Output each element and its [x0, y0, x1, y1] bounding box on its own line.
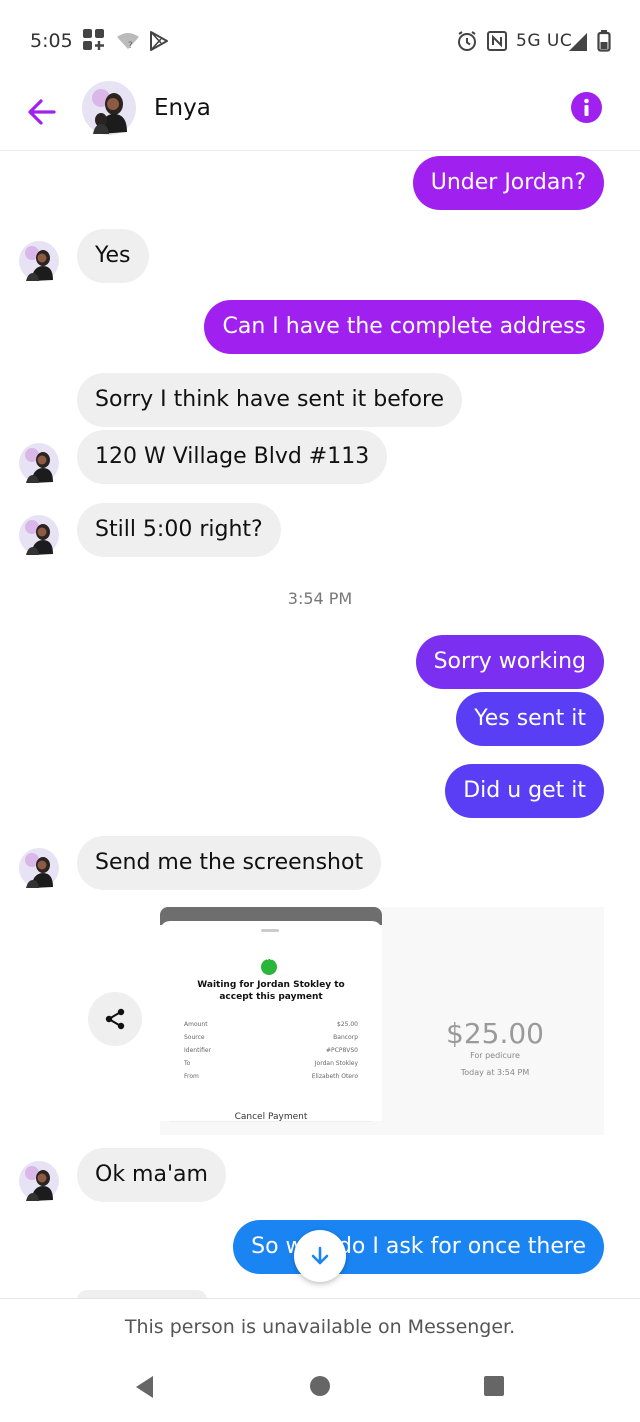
payment-memo: For pedicure — [470, 1051, 520, 1060]
info-icon[interactable] — [571, 92, 602, 123]
apps-icon — [83, 29, 104, 50]
message-bubble-incoming[interactable]: Yes — [77, 229, 149, 283]
share-button[interactable] — [88, 992, 142, 1046]
pending-icon — [261, 955, 277, 975]
status-bar: 5:05 ? 5G UC — [0, 0, 640, 80]
payment-row-label: Amount — [184, 1021, 208, 1028]
message-bubble-outgoing[interactable]: Did u get it — [445, 764, 604, 818]
payment-row-value: $25.00 — [337, 1021, 358, 1028]
payment-status-title: Waiting for Jordan Stokley to accept thi… — [197, 980, 345, 1002]
svg-text:?: ? — [128, 41, 133, 50]
message-bubble-incoming[interactable]: 120 W Village Blvd #113 — [77, 430, 388, 484]
message-bubble-outgoing[interactable]: So who do I ask for once there — [233, 1220, 604, 1274]
message-bubble-outgoing[interactable]: Can I have the complete address — [204, 300, 604, 354]
avatar[interactable] — [18, 1160, 60, 1202]
arrow-down-icon — [311, 1246, 329, 1265]
contact-name[interactable]: Enya — [154, 95, 211, 121]
payment-row-label: To — [184, 1060, 191, 1067]
unavailable-notice: This person is unavailable on Messenger. — [124, 1316, 516, 1338]
scroll-to-bottom-button[interactable] — [294, 1230, 346, 1282]
network-label: 5G UC — [516, 31, 573, 51]
sheet-handle — [261, 929, 279, 932]
message-bubble-incoming[interactable]: Still 5:00 right? — [77, 503, 281, 557]
play-store-icon — [150, 31, 168, 51]
back-arrow-icon[interactable] — [22, 92, 62, 132]
avatar[interactable] — [18, 514, 60, 556]
message-bubble-incoming[interactable]: Ok ma'am — [77, 1148, 226, 1202]
nfc-icon — [487, 31, 507, 51]
conversation-header: Enya — [0, 78, 640, 151]
message-bubble-outgoing[interactable]: Sorry working — [415, 635, 604, 689]
avatar[interactable] — [18, 240, 60, 282]
message-bubble-outgoing[interactable]: Yes sent it — [456, 692, 604, 746]
payment-row-label: Source — [184, 1034, 205, 1041]
shared-screenshot-image[interactable]: Waiting for Jordan Stokley to accept thi… — [160, 907, 604, 1135]
signal-icon — [569, 33, 587, 51]
status-time: 5:05 — [30, 30, 73, 52]
wifi-icon: ? — [117, 33, 139, 50]
system-nav-bar — [0, 1358, 640, 1422]
nav-recents-icon[interactable] — [483, 1375, 505, 1397]
message-timestamp: 3:54 PM — [287, 589, 353, 608]
alarm-icon — [458, 31, 476, 51]
message-bubble-incoming[interactable]: Send me the screenshot — [77, 836, 382, 890]
payment-row-label: Identifier — [184, 1047, 212, 1054]
message-bubble-outgoing[interactable]: Under Jordan? — [412, 156, 604, 210]
composer-unavailable-bar: This person is unavailable on Messenger. — [0, 1298, 640, 1359]
battery-icon — [597, 30, 611, 52]
payment-row-value: Elizabeth Otero — [311, 1073, 358, 1080]
nav-home-icon[interactable] — [309, 1375, 331, 1397]
avatar[interactable] — [81, 80, 137, 136]
share-icon — [105, 1008, 125, 1030]
payment-row-label: From — [184, 1073, 199, 1080]
payment-row-value: Bancorp — [333, 1034, 358, 1041]
payment-date: Today at 3:54 PM — [460, 1068, 530, 1077]
payment-amount: $25.00 — [446, 1017, 544, 1050]
payment-sheet: Waiting for Jordan Stokley to accept thi… — [160, 921, 382, 1122]
cancel-payment-label: Cancel Payment — [234, 1112, 308, 1122]
avatar[interactable] — [18, 847, 60, 889]
payment-row-value: Jordan Stokley — [314, 1060, 358, 1067]
nav-back-icon[interactable] — [132, 1374, 158, 1400]
payment-row-value: #PCP8VS0 — [325, 1047, 358, 1054]
avatar[interactable] — [18, 442, 60, 484]
message-bubble-incoming[interactable]: Sorry I think have sent it before — [77, 373, 463, 427]
